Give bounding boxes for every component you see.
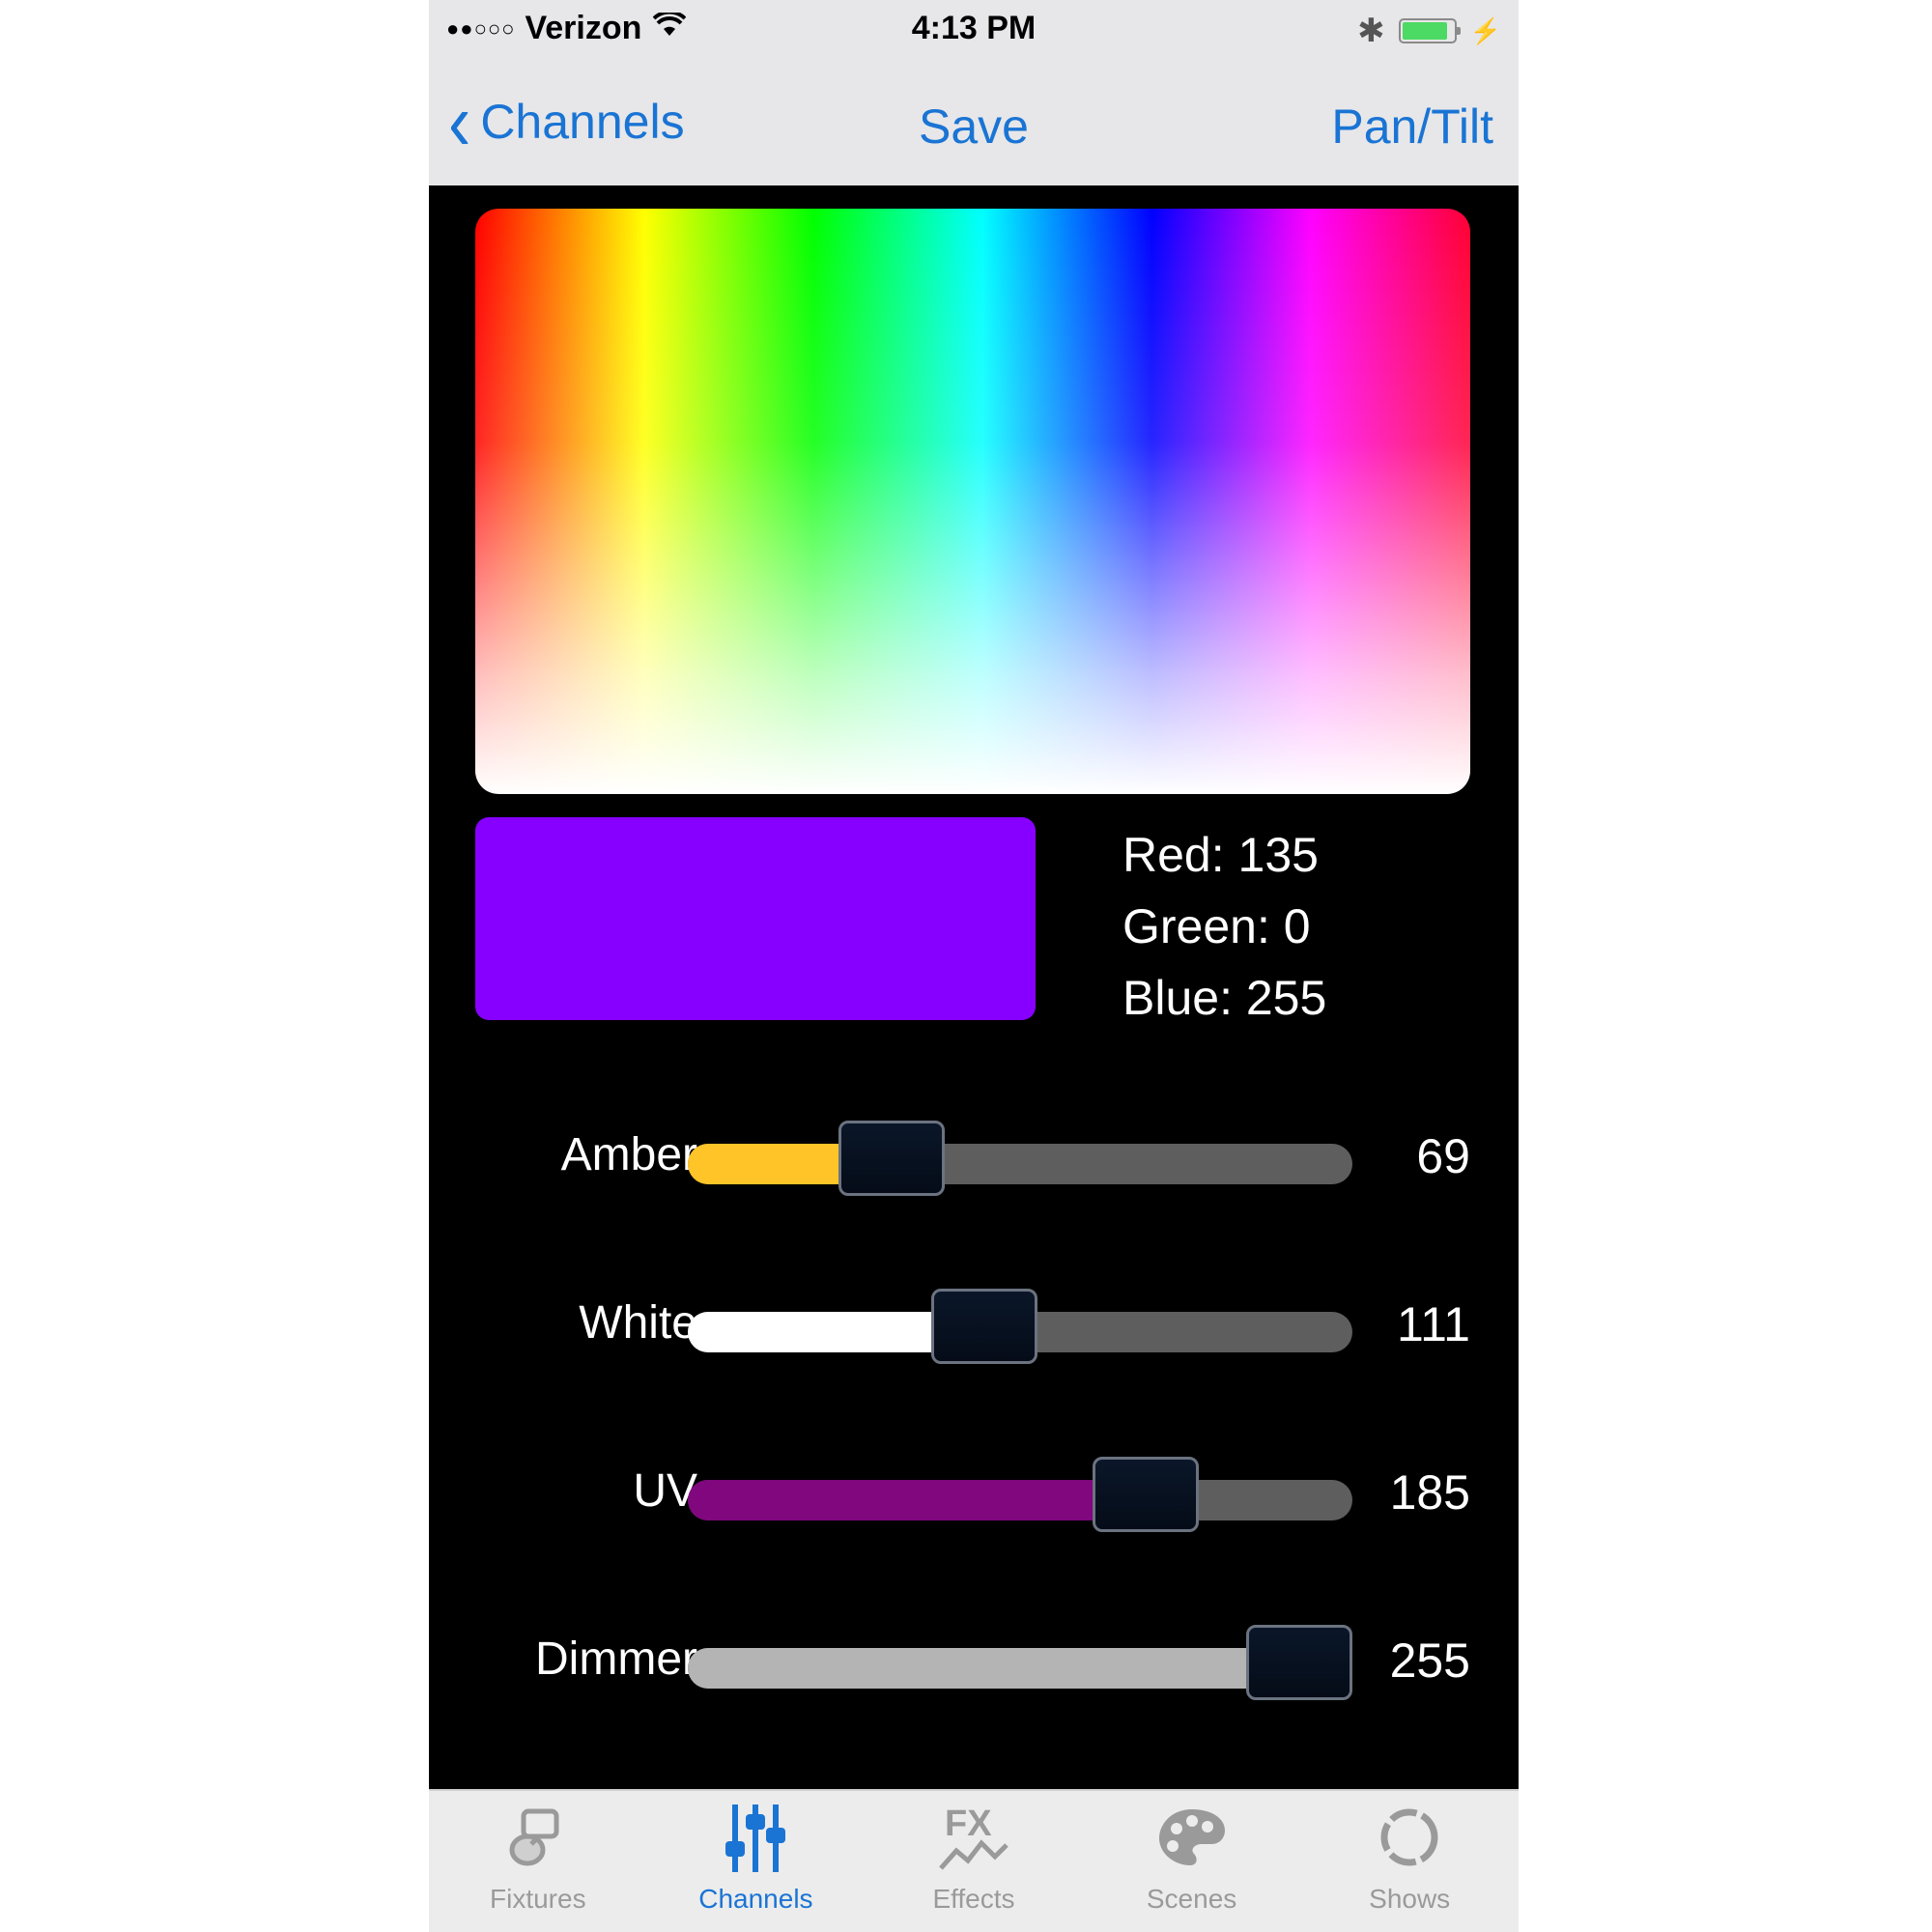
chevron-left-icon: ‹ <box>448 76 471 167</box>
slider-value: 185 <box>1389 1465 1470 1520</box>
tab-scenes[interactable]: Scenes <box>1095 1791 1289 1932</box>
bluetooth-icon: ✱ <box>1357 13 1385 49</box>
tab-fixtures[interactable]: Fixtures <box>441 1791 635 1932</box>
blue-value: Blue: 255 <box>1122 971 1327 1025</box>
tab-shows[interactable]: Shows <box>1313 1791 1506 1932</box>
fixture-icon <box>441 1791 635 1884</box>
tab-label: Scenes <box>1146 1884 1237 1914</box>
phone-screen: ●●○○○ Verizon 4:13 PM ✱ ⚡ ‹ Channels Sav… <box>429 0 1519 1932</box>
slider-thumb[interactable] <box>930 1289 1037 1364</box>
pan-tilt-button[interactable]: Pan/Tilt <box>1331 99 1493 155</box>
slider-label: White <box>579 1297 697 1349</box>
slider-value: 255 <box>1389 1634 1470 1688</box>
tab-label: Shows <box>1369 1884 1451 1914</box>
shows-circle-icon <box>1313 1791 1506 1884</box>
svg-text:FX: FX <box>945 1804 992 1844</box>
tab-channels[interactable]: Channels <box>659 1791 852 1932</box>
tab-bar: Fixtures Channels FX Effects Scenes Show… <box>429 1789 1519 1932</box>
navigation-bar: ‹ Channels Save Pan/Tilt <box>429 60 1519 185</box>
slider-fill <box>688 1648 1299 1689</box>
status-right: ✱ ⚡ <box>1357 12 1501 50</box>
slider-row-white: White 111 <box>429 1285 1519 1364</box>
back-button-label: Channels <box>480 95 685 149</box>
tab-label: Fixtures <box>490 1884 586 1914</box>
slider-thumb[interactable] <box>838 1121 946 1196</box>
back-button[interactable]: ‹ Channels <box>448 76 685 167</box>
battery-icon <box>1398 18 1461 43</box>
slider-row-amber: Amber 69 <box>429 1117 1519 1196</box>
slider-row-dimmer: Dimmer 255 <box>429 1621 1519 1700</box>
slider-fill <box>688 1480 1147 1520</box>
channels-sliders-icon <box>659 1791 852 1884</box>
status-time: 4:13 PM <box>911 10 1037 46</box>
slider-label: Dimmer <box>535 1634 697 1685</box>
slider-value: 69 <box>1416 1129 1470 1183</box>
rgb-readout: Red: 135 Green: 0 Blue: 255 <box>1122 819 1326 1034</box>
charging-icon: ⚡ <box>1469 15 1501 45</box>
green-value: Green: 0 <box>1122 899 1311 953</box>
tab-label: Effects <box>932 1884 1015 1914</box>
slider-track[interactable] <box>688 1480 1352 1520</box>
fx-icon: FX <box>877 1791 1070 1884</box>
slider-thumb[interactable] <box>1093 1457 1200 1532</box>
tab-label: Channels <box>698 1884 813 1914</box>
battery-level-fill <box>1402 22 1448 40</box>
color-picker-spectrum[interactable] <box>475 209 1470 794</box>
slider-label: Amber <box>560 1129 697 1180</box>
red-value: Red: 135 <box>1122 828 1319 882</box>
slider-track[interactable] <box>688 1144 1352 1184</box>
slider-thumb[interactable] <box>1246 1625 1352 1700</box>
selected-color-swatch <box>475 817 1036 1020</box>
slider-row-uv: UV 185 <box>429 1453 1519 1532</box>
slider-value: 111 <box>1396 1297 1470 1351</box>
tab-effects[interactable]: FX Effects <box>877 1791 1070 1932</box>
status-bar: ●●○○○ Verizon 4:13 PM ✱ ⚡ <box>429 0 1519 60</box>
palette-icon <box>1095 1791 1289 1884</box>
save-button[interactable]: Save <box>919 99 1029 154</box>
